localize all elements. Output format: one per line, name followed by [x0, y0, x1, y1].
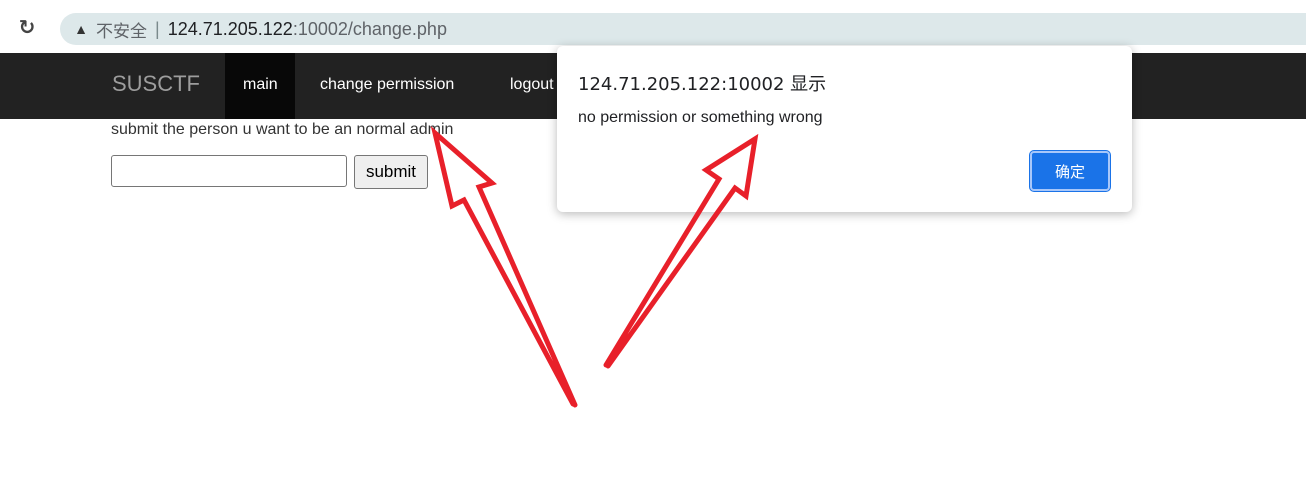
warning-icon: ▲: [74, 21, 88, 37]
dialog-message: no permission or something wrong: [578, 109, 823, 126]
address-bar[interactable]: ▲ 不安全 | 124.71.205.122 :10002/change.php: [60, 13, 1306, 45]
url-host: 124.71.205.122: [167, 18, 293, 39]
address-separator: |: [155, 18, 160, 39]
nav-link-logout[interactable]: logout: [510, 76, 554, 94]
dialog-ok-button[interactable]: 确定: [1030, 151, 1110, 191]
username-input[interactable]: [111, 155, 347, 187]
form-label: submit the person u want to be an normal…: [111, 121, 454, 138]
navbar-brand[interactable]: SUSCTF: [112, 71, 200, 97]
dialog-title: 124.71.205.122:10002 显示: [578, 74, 827, 95]
submit-button[interactable]: submit: [354, 155, 428, 189]
nav-link-change-permission[interactable]: change permission: [320, 76, 454, 94]
security-label[interactable]: 不安全: [96, 17, 147, 42]
alert-dialog: 124.71.205.122:10002 显示 no permission or…: [557, 46, 1132, 212]
browser-toolbar: ↻ ▲ 不安全 | 124.71.205.122 :10002/change.p…: [0, 0, 1306, 50]
annotation-arrow-left: [430, 125, 578, 408]
url-path: :10002/change.php: [292, 18, 447, 39]
reload-icon[interactable]: ↻: [14, 14, 40, 40]
nav-link-main[interactable]: main: [243, 76, 278, 94]
